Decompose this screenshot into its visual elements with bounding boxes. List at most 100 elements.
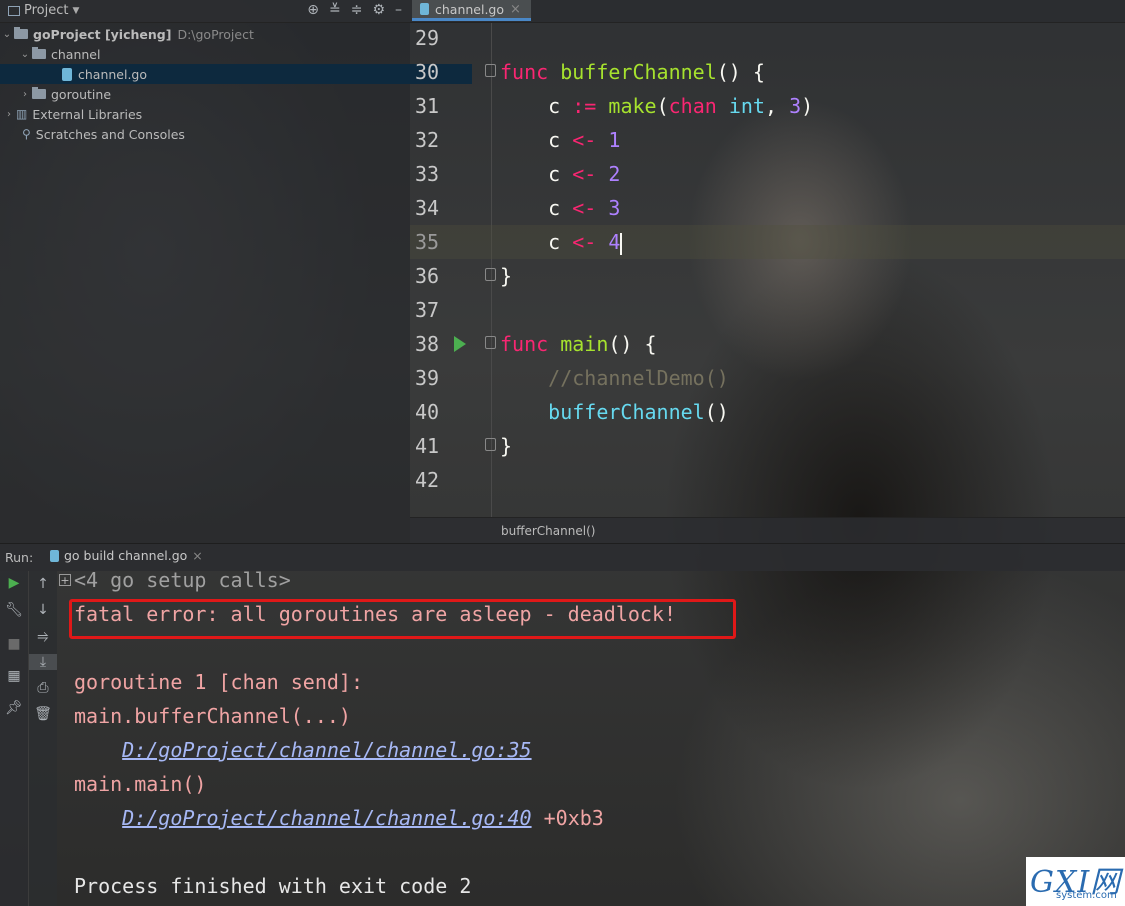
tree-item-label: Scratches and Consoles (35, 126, 185, 142)
code-line: 31 c := make(chan int, 3) (410, 89, 1125, 123)
error-highlight-box (69, 599, 736, 639)
code-line: 41 } (410, 429, 1125, 463)
run-tab-go-build[interactable]: go build channel.go × (50, 548, 203, 563)
print-icon[interactable]: ⎙ (29, 680, 57, 696)
pin-icon[interactable]: 📌︎ (0, 700, 28, 716)
keyword: func (500, 332, 549, 356)
line-number: 40 (415, 400, 440, 424)
number: 3 (789, 94, 802, 118)
close-icon[interactable]: × (192, 548, 202, 563)
go-file-icon (62, 67, 72, 81)
builtin-function: make (608, 94, 657, 118)
offset-text: +0xb3 (543, 806, 604, 830)
line-number: 30 (415, 60, 440, 84)
line-number: 41 (415, 434, 440, 458)
trash-icon[interactable]: 🗑︎ (29, 706, 57, 722)
code-line: 39 //channelDemo() (410, 361, 1125, 395)
variable: c (548, 196, 561, 220)
line-number: 32 (415, 128, 440, 152)
code-text: () (704, 400, 729, 424)
folder-icon (32, 87, 46, 99)
soft-wrap-icon[interactable]: ⥤ (29, 628, 57, 644)
chevron-down-icon[interactable]: ⌄ (18, 49, 32, 60)
line-number: 38 (415, 332, 440, 356)
keyword: chan (668, 94, 717, 118)
code-line: 36 } (410, 259, 1125, 293)
code-line: 34 c <- 3 (410, 191, 1125, 225)
run-label: Run: (5, 550, 34, 565)
tree-item-label: channel (51, 46, 101, 62)
fold-icon[interactable] (485, 268, 496, 281)
editor-tab-bar: channel.go × (410, 0, 1125, 23)
variable: c (548, 230, 561, 254)
breadcrumb-item[interactable]: bufferChannel() (501, 524, 595, 538)
variable: c (548, 94, 561, 118)
target-icon[interactable]: ⊕ (307, 2, 319, 18)
library-icon: ▥ (16, 107, 28, 121)
line-number: 35 (415, 230, 440, 254)
line-number: 39 (415, 366, 440, 390)
fold-icon[interactable] (485, 438, 496, 451)
tree-item-scratches[interactable]: ⚲ Scratches and Consoles (0, 124, 432, 144)
number: 4 (608, 230, 621, 254)
console-link-line: D:/goProject/channel/channel.go:40 +0xb3 (74, 801, 604, 835)
stop-icon[interactable]: ■ (0, 636, 28, 652)
gear-icon[interactable]: ⚙ (372, 2, 385, 18)
down-arrow-icon[interactable]: ↓ (29, 602, 57, 618)
code-text: } (500, 434, 513, 458)
console-frame-line: main.main() (74, 772, 207, 796)
chevron-right-icon[interactable]: › (2, 109, 16, 120)
chevron-right-icon[interactable]: › (18, 89, 32, 100)
comment: //channelDemo() (548, 366, 729, 390)
code-line: 29 (410, 21, 1125, 55)
line-number: 36 (415, 264, 440, 288)
line-number: 29 (415, 26, 440, 50)
close-icon[interactable]: × (510, 2, 521, 17)
chevron-down-icon[interactable]: ⌄ (0, 29, 14, 40)
chevron-down-icon: ▼ (72, 5, 80, 16)
tree-item-goproject[interactable]: ⌄ goProject [yicheng] D:\goProject (0, 24, 410, 44)
tab-channel-go[interactable]: channel.go × (412, 0, 531, 21)
project-icon (8, 5, 20, 16)
collapse-icon[interactable]: ≚ (329, 2, 341, 18)
code-line: 42 (410, 463, 1125, 497)
tree-item-goroutine[interactable]: › goroutine (0, 84, 428, 104)
tree-item-label: External Libraries (32, 106, 143, 122)
console-frame-line: main.bufferChannel(...) (74, 704, 351, 728)
tree-item-channel-go[interactable]: channel.go (0, 64, 472, 84)
run-gutter-icon[interactable] (454, 336, 466, 352)
run-icon[interactable]: ▶ (0, 575, 28, 591)
expand-icon[interactable]: + (59, 574, 71, 586)
code-line: 38 func main() { (410, 327, 1125, 361)
source-link[interactable]: D:/goProject/channel/channel.go:35 (122, 738, 531, 762)
layout-icon[interactable]: ▦ (0, 668, 28, 684)
operator: <- (572, 162, 597, 186)
up-arrow-icon[interactable]: ↑ (29, 576, 57, 592)
console-setup-calls[interactable]: <4 go setup calls> (74, 563, 291, 597)
scratches-icon: ⚲ (22, 127, 31, 141)
tree-item-label: goProject [yicheng] (33, 26, 172, 42)
project-tree: ⌄ goProject [yicheng] D:\goProject ⌄ cha… (0, 23, 472, 543)
breadcrumb[interactable]: bufferChannel() (410, 517, 1125, 544)
expand-icon[interactable]: ≑ (351, 2, 363, 18)
tree-item-channel[interactable]: ⌄ channel (0, 44, 428, 64)
fold-icon[interactable] (485, 64, 496, 77)
keyword: func (500, 60, 549, 84)
code-text: } (500, 264, 513, 288)
minimize-icon[interactable]: – (395, 2, 402, 18)
project-title: Project (24, 3, 69, 18)
variable: c (548, 128, 561, 152)
watermark-subtext: system.com (1056, 890, 1117, 901)
source-link[interactable]: D:/goProject/channel/channel.go:40 (122, 806, 531, 830)
scroll-end-icon[interactable]: ⤓ (29, 654, 57, 670)
tree-item-external-libraries[interactable]: › ▥ External Libraries (0, 104, 412, 124)
code-text: () { (716, 60, 765, 84)
code-text: () { (608, 332, 657, 356)
line-number: 42 (415, 468, 440, 492)
wrench-icon[interactable]: 🔧︎ (0, 602, 28, 618)
project-view-dropdown[interactable]: Project ▼ (8, 3, 79, 18)
fold-icon[interactable] (485, 336, 496, 349)
type-name: int (728, 94, 765, 118)
line-number: 37 (415, 298, 440, 322)
run-tab-label: go build channel.go (64, 548, 188, 563)
